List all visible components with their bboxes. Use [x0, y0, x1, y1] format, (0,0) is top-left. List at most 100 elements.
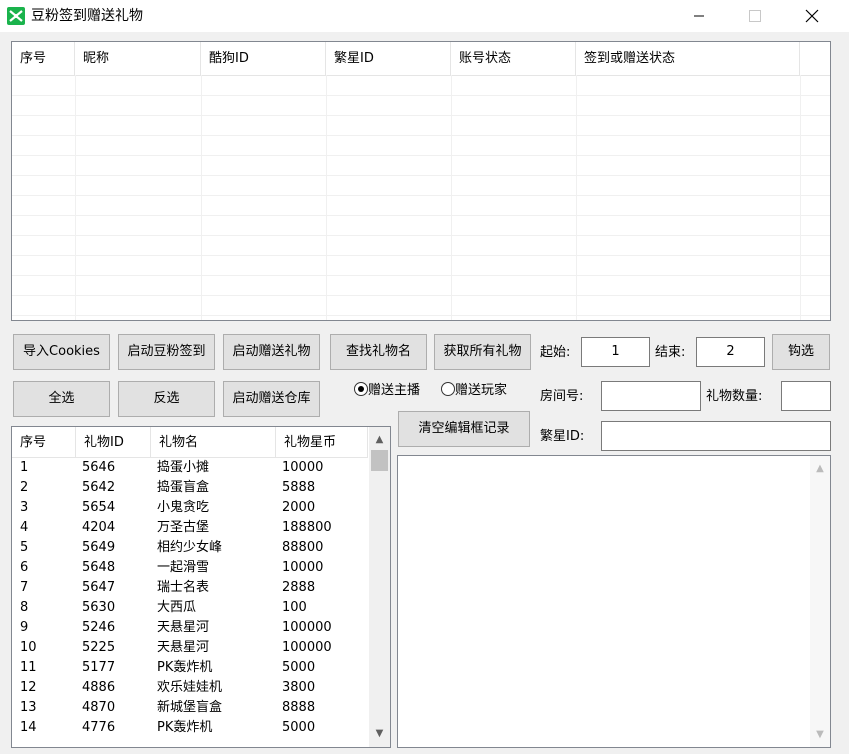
gift-cell-name: 小鬼贪吃 — [157, 500, 210, 515]
table-row[interactable]: 11 5177 PK轰炸机 5000 — [12, 658, 368, 678]
start-input[interactable]: 1 — [581, 337, 650, 367]
scroll-down-icon[interactable]: ▼ — [369, 725, 390, 742]
radio-to-player-indicator — [441, 382, 455, 396]
log-scroll-up-icon[interactable]: ▲ — [810, 460, 830, 477]
gift-cell-id: 4886 — [82, 680, 116, 695]
col-nickname[interactable]: 昵称 — [75, 42, 201, 75]
gift-cell-name: 大西瓜 — [157, 600, 197, 615]
radio-to-player[interactable]: 赠送玩家 — [441, 381, 507, 401]
gift-cell-name: 天悬星河 — [157, 620, 210, 635]
gift-cell-id: 5647 — [82, 580, 116, 595]
gift-cell-name: 新城堡盲盒 — [157, 700, 223, 715]
radio-to-anchor-indicator — [354, 382, 368, 396]
gift-cell-price: 10000 — [282, 460, 324, 475]
col-sign-gift-status[interactable]: 签到或赠送状态 — [576, 42, 800, 75]
gift-cell-name: PK轰炸机 — [157, 660, 213, 675]
table-row[interactable]: 2 5642 捣蛋盲盒 5888 — [12, 478, 368, 498]
table-row[interactable]: 6 5648 一起滑雪 10000 — [12, 558, 368, 578]
gift-col-name[interactable]: 礼物名 — [151, 427, 276, 458]
gift-cell-id: 5642 — [82, 480, 116, 495]
radio-to-anchor[interactable]: 赠送主播 — [354, 381, 420, 401]
grid-line — [12, 275, 830, 276]
table-row[interactable]: 14 4776 PK轰炸机 5000 — [12, 718, 368, 738]
close-icon — [805, 9, 819, 23]
table-row[interactable]: 10 5225 天悬星河 100000 — [12, 638, 368, 658]
gift-list-header: 序号 礼物ID 礼物名 礼物星币 — [12, 427, 368, 458]
col-account-status[interactable]: 账号状态 — [451, 42, 576, 75]
minimize-icon — [694, 15, 704, 17]
col-fanxing-id[interactable]: 繁星ID — [326, 42, 451, 75]
room-no-label: 房间号: — [540, 389, 584, 404]
room-no-input[interactable] — [601, 381, 701, 411]
minimize-button[interactable] — [676, 0, 722, 32]
gift-col-id[interactable]: 礼物ID — [76, 427, 151, 458]
end-input[interactable]: 2 — [696, 337, 765, 367]
gift-cell-no: 2 — [20, 480, 29, 495]
maximize-button[interactable] — [732, 0, 778, 32]
gift-cell-id: 4204 — [82, 520, 116, 535]
accounts-list[interactable]: 序号 昵称 酷狗ID 繁星ID 账号状态 签到或赠送状态 — [11, 41, 831, 321]
gift-col-price[interactable]: 礼物星币 — [276, 427, 368, 458]
find-gift-button[interactable]: 查找礼物名 — [330, 334, 427, 370]
log-scroll-down-icon[interactable]: ▼ — [810, 726, 830, 743]
start-gift-warehouse-button[interactable]: 启动赠送仓库 — [223, 381, 320, 417]
table-row[interactable]: 5 5649 相约少女峰 88800 — [12, 538, 368, 558]
import-cookies-button[interactable]: 导入Cookies — [13, 334, 110, 370]
gift-count-label: 礼物数量: — [706, 389, 763, 404]
select-all-button[interactable]: 全选 — [13, 381, 110, 417]
gift-cell-id: 5177 — [82, 660, 116, 675]
gift-cell-id: 5225 — [82, 640, 116, 655]
gift-col-no[interactable]: 序号 — [12, 427, 76, 458]
table-row[interactable]: 8 5630 大西瓜 100 — [12, 598, 368, 618]
table-row[interactable]: 1 5646 捣蛋小摊 10000 — [12, 458, 368, 478]
gift-cell-no: 9 — [20, 620, 29, 635]
close-button[interactable] — [789, 0, 835, 32]
grid-line — [576, 75, 577, 320]
grid-line — [326, 75, 327, 320]
gift-cell-price: 2000 — [282, 500, 316, 515]
col-no[interactable]: 序号 — [12, 42, 75, 75]
table-row[interactable]: 7 5647 瑞士名表 2888 — [12, 578, 368, 598]
end-label: 结束: — [655, 345, 686, 360]
gift-cell-name: 相约少女峰 — [157, 540, 223, 555]
fanxing-id-input[interactable] — [601, 421, 831, 451]
table-row[interactable]: 12 4886 欢乐娃娃机 3800 — [12, 678, 368, 698]
scroll-up-icon[interactable]: ▲ — [369, 431, 390, 448]
gift-cell-price: 10000 — [282, 560, 324, 575]
gift-count-input[interactable] — [781, 381, 831, 411]
table-row[interactable]: 13 4870 新城堡盲盒 8888 — [12, 698, 368, 718]
log-scrollbar[interactable]: ▲ ▼ — [810, 456, 830, 747]
gift-cell-name: 一起滑雪 — [157, 560, 210, 575]
gift-cell-no: 12 — [20, 680, 37, 695]
gift-cell-price: 100000 — [282, 620, 332, 635]
accounts-list-header: 序号 昵称 酷狗ID 繁星ID 账号状态 签到或赠送状态 — [12, 42, 830, 76]
gift-cell-name: 天悬星河 — [157, 640, 210, 655]
gift-cell-no: 14 — [20, 720, 37, 735]
gift-cell-name: 欢乐娃娃机 — [157, 680, 223, 695]
gift-rows: 1 5646 捣蛋小摊 10000 2 5642 捣蛋盲盒 5888 3 5654 小鬼贪吃 2000… — [12, 458, 368, 747]
grid-line — [12, 135, 830, 136]
scroll-thumb[interactable] — [371, 450, 388, 471]
gift-cell-no: 6 — [20, 560, 29, 575]
start-gift-button[interactable]: 启动赠送礼物 — [223, 334, 320, 370]
gift-cell-no: 3 — [20, 500, 29, 515]
gift-cell-name: 瑞士名表 — [157, 580, 210, 595]
clear-log-button[interactable]: 清空编辑框记录 — [398, 411, 530, 447]
start-sign-button[interactable]: 启动豆粉签到 — [118, 334, 215, 370]
get-all-gifts-button[interactable]: 获取所有礼物 — [434, 334, 531, 370]
gift-cell-id: 4776 — [82, 720, 116, 735]
gift-list-scrollbar[interactable]: ▲ ▼ — [369, 427, 390, 747]
gift-cell-id: 5646 — [82, 460, 116, 475]
gift-cell-no: 11 — [20, 660, 37, 675]
table-row[interactable]: 9 5246 天悬星河 100000 — [12, 618, 368, 638]
gift-cell-name: 捣蛋盲盒 — [157, 480, 210, 495]
gift-cell-price: 100 — [282, 600, 307, 615]
table-row[interactable]: 4 4204 万圣古堡 188800 — [12, 518, 368, 538]
table-row[interactable]: 3 5654 小鬼贪吃 2000 — [12, 498, 368, 518]
log-textarea[interactable]: ▲ ▼ — [397, 455, 831, 748]
gift-cell-id: 5630 — [82, 600, 116, 615]
gift-list[interactable]: 序号 礼物ID 礼物名 礼物星币 1 5646 捣蛋小摊 10000 2 5642 捣蛋盲盒… — [11, 426, 391, 748]
col-kugou-id[interactable]: 酷狗ID — [201, 42, 326, 75]
invert-selection-button[interactable]: 反选 — [118, 381, 215, 417]
check-button[interactable]: 钩选 — [772, 334, 830, 370]
